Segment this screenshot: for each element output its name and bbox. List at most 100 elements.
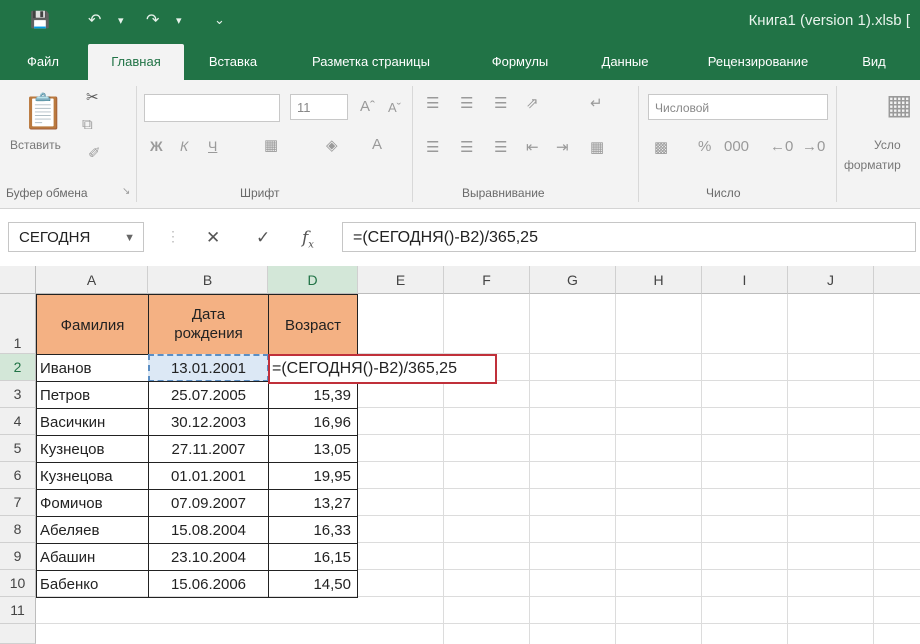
chevron-down-icon[interactable]: ▼ — [124, 223, 135, 253]
cell-a2[interactable]: Иванов — [36, 354, 149, 382]
align-top-icon[interactable]: ☰ — [426, 94, 439, 112]
column-header-e[interactable]: E — [358, 266, 444, 294]
undo-icon[interactable]: ↶ — [88, 10, 101, 30]
cell-d5[interactable]: 13,05 — [268, 435, 358, 463]
cell-d3[interactable]: 15,39 — [268, 381, 358, 409]
orientation-icon[interactable]: ⇗ — [526, 94, 539, 112]
cell-b4[interactable]: 30.12.2003 — [148, 408, 269, 436]
cell-a5[interactable]: Кузнецов — [36, 435, 149, 463]
cell-a7[interactable]: Фомичов — [36, 489, 149, 517]
column-header-a[interactable]: A — [36, 266, 148, 294]
column-header-h[interactable]: H — [616, 266, 702, 294]
increase-indent-icon[interactable]: ⇥ — [556, 138, 569, 156]
merge-center-icon[interactable]: ▦ — [590, 138, 604, 156]
align-right-icon[interactable]: ☰ — [494, 138, 507, 156]
row-header-8[interactable]: 8 — [0, 516, 36, 543]
drag-handle-icon[interactable]: ⋮ — [166, 228, 180, 245]
cancel-icon[interactable]: ✕ — [206, 228, 220, 248]
row-header-7[interactable]: 7 — [0, 489, 36, 516]
enter-icon[interactable]: ✓ — [256, 228, 270, 248]
redo-dropdown-icon[interactable]: ▾ — [176, 14, 182, 27]
row-header-3[interactable]: 3 — [0, 381, 36, 408]
row-header-11[interactable]: 11 — [0, 597, 36, 624]
cell-a8[interactable]: Абеляев — [36, 516, 149, 544]
cell-b7[interactable]: 07.09.2007 — [148, 489, 269, 517]
column-header-k[interactable] — [874, 266, 920, 294]
column-header-i[interactable]: I — [702, 266, 788, 294]
row-header-2[interactable]: 2 — [0, 354, 36, 381]
italic-button[interactable]: К — [180, 138, 188, 154]
header-surname[interactable]: Фамилия — [36, 294, 149, 355]
increase-decimal-icon[interactable]: ←0 — [770, 138, 793, 155]
decrease-decimal-icon[interactable]: →0 — [802, 138, 825, 155]
decrease-font-icon[interactable]: Aˇ — [388, 100, 401, 115]
tab-page-layout[interactable]: Разметка страницы — [288, 44, 454, 80]
cell-d4[interactable]: 16,96 — [268, 408, 358, 436]
cell-a4[interactable]: Васичкин — [36, 408, 149, 436]
row-header-6[interactable]: 6 — [0, 462, 36, 489]
header-age[interactable]: Возраст — [268, 294, 358, 355]
tab-view[interactable]: Вид — [846, 44, 902, 80]
row-header-4[interactable]: 4 — [0, 408, 36, 435]
cell-d8[interactable]: 16,33 — [268, 516, 358, 544]
undo-dropdown-icon[interactable]: ▾ — [118, 14, 124, 27]
borders-icon[interactable]: ▦ — [264, 136, 278, 154]
redo-icon[interactable]: ↷ — [146, 10, 159, 30]
clipboard-launcher-icon[interactable]: ↘ — [122, 186, 130, 197]
number-format-select[interactable]: Числовой — [648, 94, 828, 120]
cell-b2[interactable]: 13.01.2001 — [148, 354, 269, 382]
column-header-f[interactable]: F — [444, 266, 530, 294]
tab-file[interactable]: Файл — [16, 44, 70, 80]
wrap-text-icon[interactable]: ↵ — [590, 94, 603, 112]
fill-color-icon[interactable]: ◈ — [326, 136, 338, 154]
underline-button[interactable]: Ч — [208, 138, 217, 154]
cell-d7[interactable]: 13,27 — [268, 489, 358, 517]
select-all-corner[interactable] — [0, 266, 36, 294]
active-cell-editor[interactable]: =(СЕГОДНЯ()-B2)/365,25 — [268, 354, 497, 384]
paste-icon[interactable]: 📋 — [22, 92, 64, 132]
cell-b9[interactable]: 23.10.2004 — [148, 543, 269, 571]
cell-a3[interactable]: Петров — [36, 381, 149, 409]
tab-review[interactable]: Рецензирование — [684, 44, 832, 80]
conditional-formatting-label[interactable]: Усло — [874, 138, 901, 152]
percent-icon[interactable]: % — [698, 138, 711, 155]
row-header-9[interactable]: 9 — [0, 543, 36, 570]
column-header-b[interactable]: B — [148, 266, 268, 294]
increase-font-icon[interactable]: Aˆ — [360, 98, 375, 115]
cell-d9[interactable]: 16,15 — [268, 543, 358, 571]
row-header-1[interactable]: 1 — [0, 294, 36, 354]
font-color-icon[interactable]: A — [372, 136, 382, 153]
insert-function-icon[interactable]: fx — [302, 228, 314, 250]
header-birth-date[interactable]: Дата рождения — [148, 294, 269, 355]
bold-button[interactable]: Ж — [150, 138, 163, 154]
align-center-icon[interactable]: ☰ — [460, 138, 473, 156]
paste-label[interactable]: Вставить — [10, 138, 61, 152]
cell-a10[interactable]: Бабенко — [36, 570, 149, 598]
accounting-format-icon[interactable]: ▩ — [654, 138, 668, 156]
cell-b5[interactable]: 27.11.2007 — [148, 435, 269, 463]
decrease-indent-icon[interactable]: ⇤ — [526, 138, 539, 156]
conditional-formatting-icon[interactable]: ▦ — [886, 88, 912, 121]
cell-d10[interactable]: 14,50 — [268, 570, 358, 598]
cut-icon[interactable]: ✂ — [86, 88, 99, 106]
cell-b8[interactable]: 15.08.2004 — [148, 516, 269, 544]
font-name-field[interactable] — [144, 94, 280, 122]
tab-insert[interactable]: Вставка — [194, 44, 272, 80]
column-header-g[interactable]: G — [530, 266, 616, 294]
copy-icon[interactable]: ⧉ — [82, 116, 93, 133]
tab-formulas[interactable]: Формулы — [472, 44, 568, 80]
tab-home[interactable]: Главная — [88, 44, 184, 80]
cell-d6[interactable]: 19,95 — [268, 462, 358, 490]
cell-a6[interactable]: Кузнецова — [36, 462, 149, 490]
row-header-12[interactable] — [0, 624, 36, 644]
format-label[interactable]: форматир — [844, 158, 901, 172]
align-bottom-icon[interactable]: ☰ — [494, 94, 507, 112]
customize-icon[interactable]: ⌄ — [214, 12, 225, 28]
column-header-j[interactable]: J — [788, 266, 874, 294]
name-box[interactable]: СЕГОДНЯ ▼ — [8, 222, 144, 252]
cell-a9[interactable]: Абашин — [36, 543, 149, 571]
column-header-d[interactable]: D — [268, 266, 358, 294]
format-painter-icon[interactable]: ✐ — [88, 144, 101, 162]
cell-b3[interactable]: 25.07.2005 — [148, 381, 269, 409]
align-left-icon[interactable]: ☰ — [426, 138, 439, 156]
